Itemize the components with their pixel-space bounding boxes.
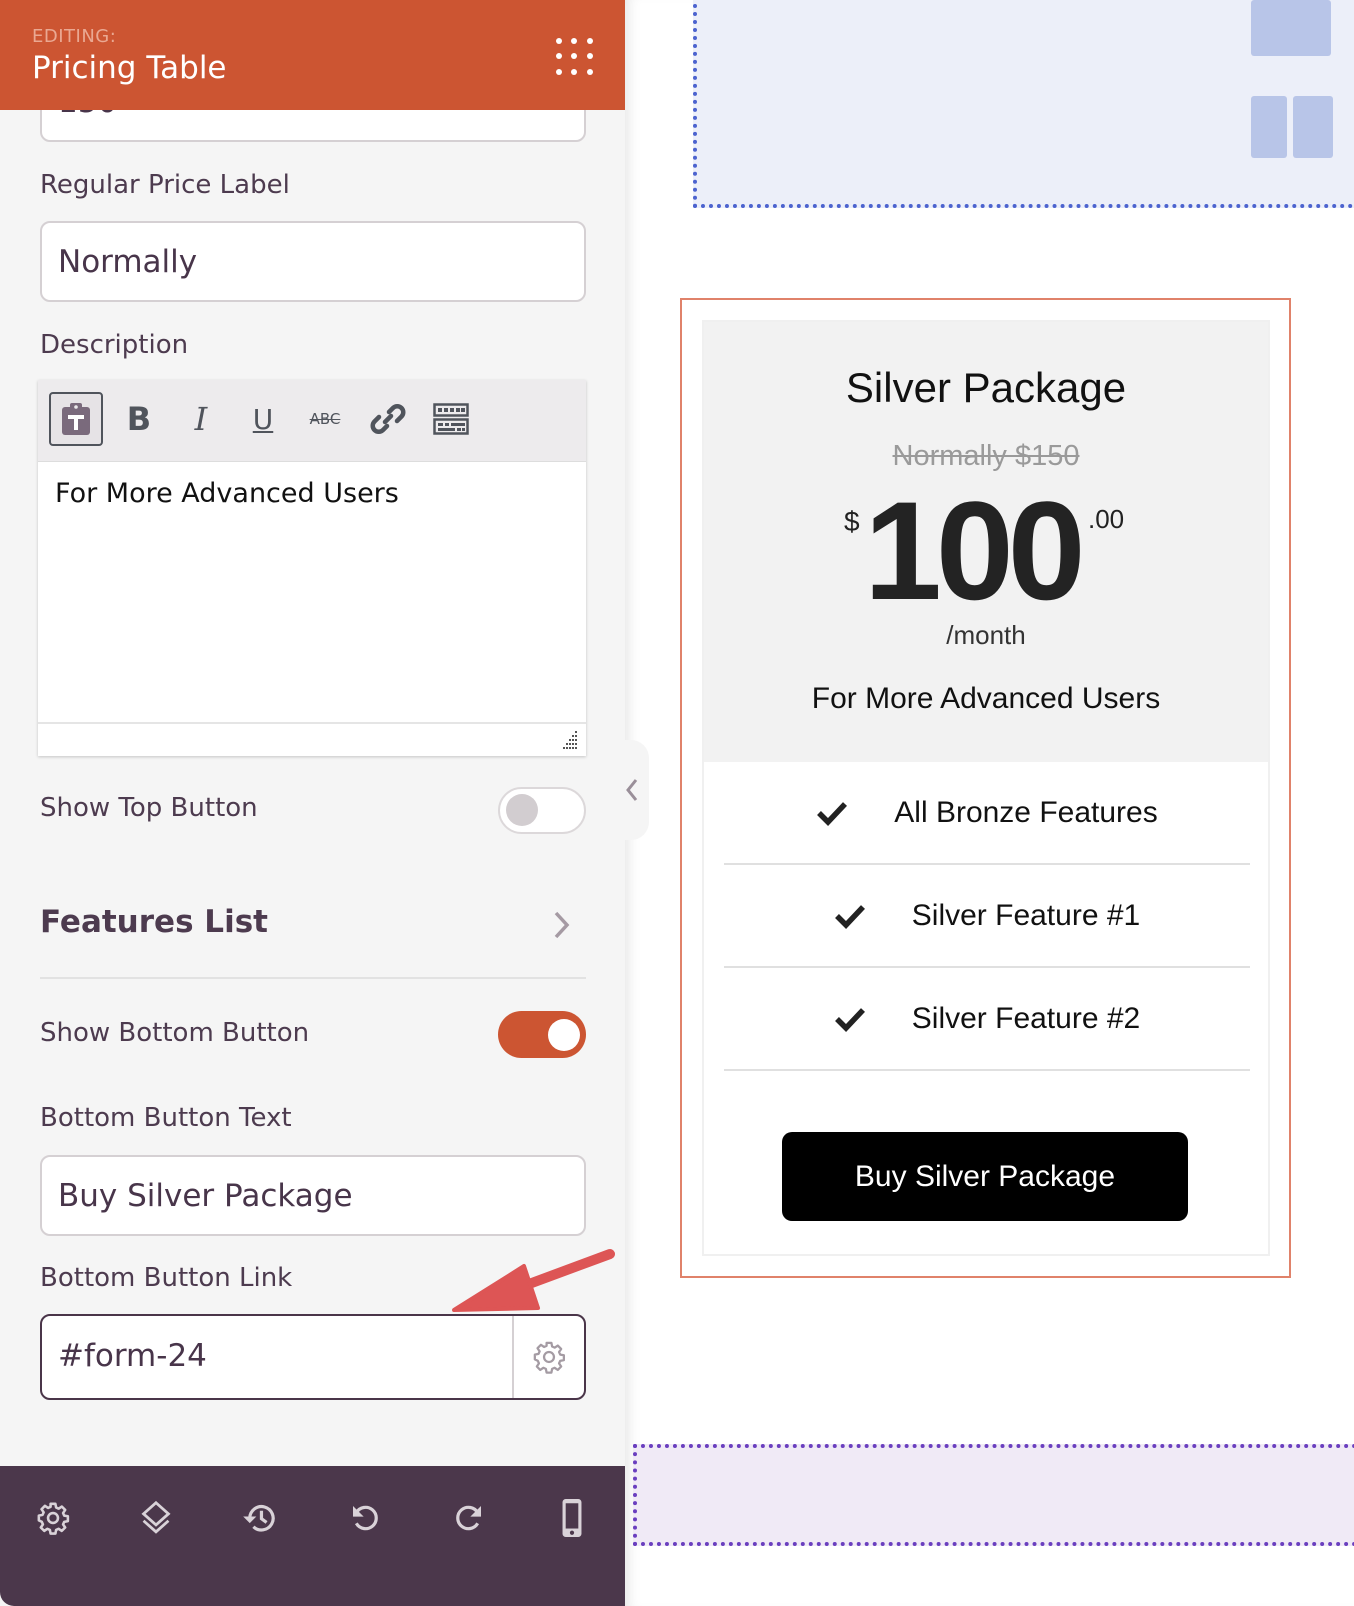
toggle-knob — [506, 794, 538, 826]
feature-item: Silver Feature #1 — [724, 865, 1250, 968]
row-placeholder-bottom[interactable] — [633, 1444, 1354, 1546]
undo-button[interactable] — [345, 1498, 385, 1538]
editor-toolbar: B I U ABC — [38, 380, 586, 462]
regular-price-label-input[interactable]: Normally — [40, 221, 586, 302]
panel-header: EDITING: Pricing Table — [0, 0, 625, 110]
bottom-button-link-value: #form-24 — [58, 1338, 207, 1374]
editing-label: EDITING: — [32, 26, 117, 47]
settings-button[interactable] — [33, 1498, 73, 1538]
section-divider — [40, 977, 586, 979]
mobile-preview-icon — [562, 1499, 582, 1537]
description-content[interactable]: For More Advanced Users — [55, 478, 399, 509]
buy-package-button[interactable]: Buy Silver Package — [782, 1132, 1188, 1221]
link-settings-button[interactable] — [512, 1316, 584, 1398]
strikethrough-icon: ABC — [309, 410, 341, 428]
feature-text: Silver Feature #2 — [911, 1001, 1141, 1035]
paste-as-text-icon — [62, 403, 90, 435]
redo-button[interactable] — [449, 1498, 489, 1538]
feature-text: Silver Feature #1 — [911, 898, 1141, 932]
show-bottom-button-label: Show Bottom Button — [40, 1018, 310, 1048]
page-canvas: Silver Package Normally $150 $ 100 .00 /… — [625, 0, 1354, 1606]
responsive-preview-button[interactable] — [552, 1498, 592, 1538]
regular-price: Normally $150 — [892, 440, 1080, 472]
bottom-button-link-label: Bottom Button Link — [40, 1263, 293, 1293]
bottom-button-text-label: Bottom Button Text — [40, 1103, 292, 1133]
check-icon — [834, 1007, 865, 1032]
redo-icon — [456, 1505, 481, 1531]
toolbar-toggle-button[interactable] — [424, 392, 478, 446]
bold-icon: B — [126, 400, 152, 438]
underline-button[interactable]: U — [236, 392, 290, 446]
price-cents: .00 — [1088, 504, 1125, 534]
features-list-section[interactable]: Features List — [40, 904, 268, 940]
show-bottom-button-toggle[interactable] — [498, 1011, 586, 1058]
package-title: Silver Package — [845, 364, 1127, 411]
module-placeholder — [1251, 0, 1331, 56]
show-top-button-label: Show Top Button — [40, 793, 258, 823]
bottom-button-text-value: Buy Silver Package — [58, 1177, 353, 1214]
price: $ 100 .00 — [704, 472, 1268, 629]
pricing-table-module[interactable]: Silver Package Normally $150 $ 100 .00 /… — [680, 298, 1291, 1278]
chevron-left-icon — [626, 779, 638, 801]
module-placeholder — [1293, 96, 1333, 158]
panel-footer — [0, 1466, 625, 1606]
regular-price-label-value: Normally — [58, 243, 198, 280]
description-label: Description — [40, 330, 189, 360]
link-icon — [370, 404, 406, 434]
panel-title: Pricing Table — [32, 50, 227, 86]
feature-text: All Bronze Features — [894, 795, 1158, 829]
editor-statusbar — [38, 722, 586, 756]
description-editor[interactable]: B I U ABC For More Advanced Users — [38, 380, 586, 756]
revisions-button[interactable] — [240, 1498, 280, 1538]
settings-panel: 150 EDITING: Pricing Table Regular Price… — [0, 0, 625, 1606]
feature-item: All Bronze Features — [724, 762, 1250, 865]
italic-icon: I — [194, 400, 208, 438]
toggle-knob — [548, 1019, 580, 1051]
regular-price-label-label: Regular Price Label — [40, 170, 290, 200]
strikethrough-button[interactable]: ABC — [298, 392, 352, 446]
price-currency: $ — [844, 506, 860, 537]
row-placeholder-top[interactable] — [693, 0, 1354, 208]
show-top-button-toggle[interactable] — [498, 787, 586, 834]
package-description: For More Advanced Users — [811, 682, 1161, 715]
feature-item: Silver Feature #2 — [724, 968, 1250, 1071]
drag-handle-icon[interactable] — [556, 38, 594, 76]
bold-button[interactable]: B — [112, 392, 166, 446]
history-icon — [243, 1505, 275, 1532]
paste-as-text-button[interactable] — [49, 392, 103, 446]
resize-handle-icon[interactable] — [560, 730, 580, 750]
layers-icon — [141, 1500, 171, 1534]
gear-icon — [533, 1341, 566, 1374]
undo-icon — [353, 1505, 378, 1531]
check-icon — [817, 801, 848, 826]
collapse-panel-button[interactable] — [615, 740, 649, 840]
features-list: All Bronze Features Silver Feature #1 Si… — [724, 762, 1250, 1071]
module-placeholder — [1251, 96, 1287, 158]
bottom-button-link-input[interactable]: #form-24 — [40, 1314, 586, 1400]
price-period: /month — [946, 620, 1026, 650]
layers-button[interactable] — [136, 1498, 176, 1538]
pricing-column: Silver Package Normally $150 $ 100 .00 /… — [702, 320, 1270, 1256]
gear-icon — [37, 1502, 70, 1535]
chevron-right-icon[interactable] — [550, 908, 574, 942]
keyboard-icon — [433, 403, 469, 435]
check-icon — [834, 904, 865, 929]
pricing-header: Silver Package Normally $150 $ 100 .00 /… — [704, 322, 1268, 762]
bottom-button-text-input[interactable]: Buy Silver Package — [40, 1155, 586, 1236]
price-amount: 100 — [864, 472, 1086, 629]
link-button[interactable] — [361, 392, 415, 446]
underline-icon: U — [252, 402, 274, 436]
italic-button[interactable]: I — [174, 392, 228, 446]
